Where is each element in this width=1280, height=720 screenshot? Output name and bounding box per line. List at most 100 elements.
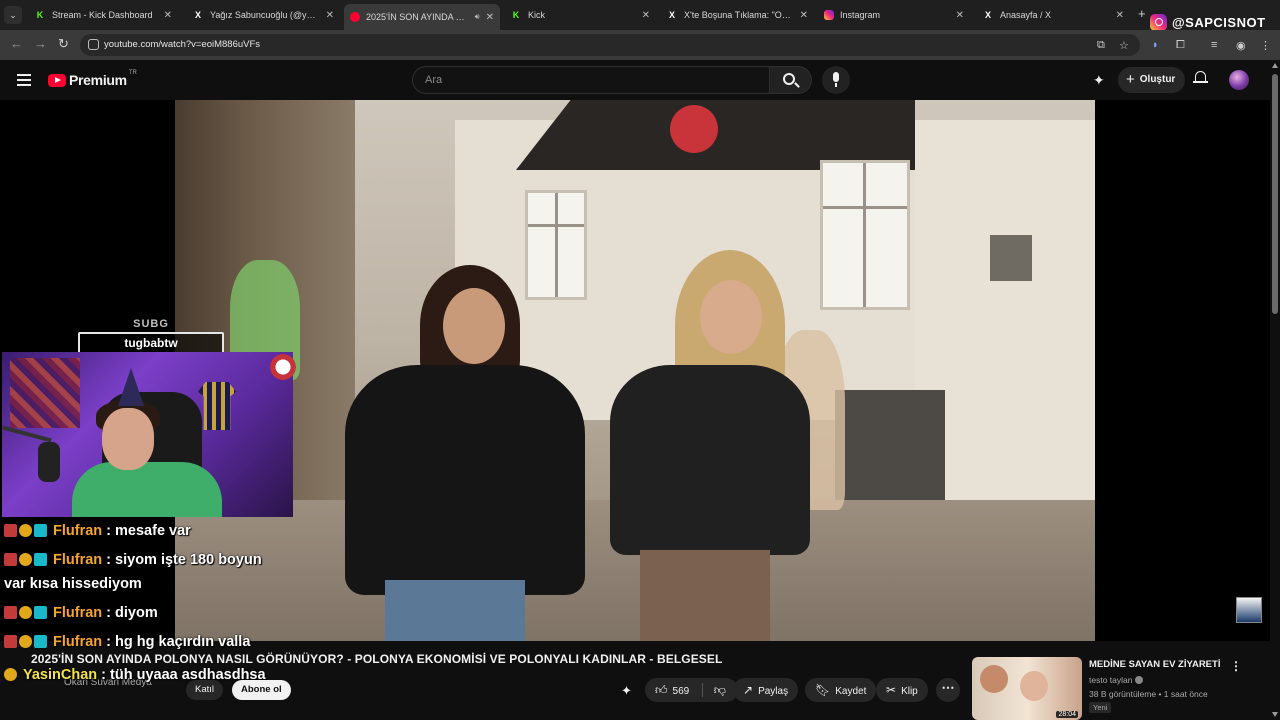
streamer-webcam (2, 352, 293, 517)
recommendation-channel[interactable]: testo taylan (1089, 675, 1144, 685)
tab-instagram[interactable]: Instagram ✕ (818, 4, 970, 26)
webcam-jersey (198, 382, 236, 430)
recommendation-thumbnail[interactable]: 28:04 (972, 657, 1082, 720)
new-badge: Yeni (1089, 702, 1112, 713)
site-info-icon[interactable] (88, 39, 99, 50)
close-icon[interactable]: ✕ (326, 10, 334, 21)
scene-sign (670, 105, 718, 153)
install-app-icon[interactable]: ⧉ (1097, 39, 1105, 52)
tab-x-home[interactable]: X Anasayfa / X ✕ (976, 4, 1130, 26)
sparkle-icon[interactable]: ✦ (1093, 72, 1105, 89)
close-icon[interactable]: ✕ (800, 10, 808, 21)
like-count: 569 (672, 686, 690, 697)
back-icon[interactable]: ← (10, 36, 23, 51)
youtube-header: Premium TR Ara ✦ + Oluştur (0, 60, 1280, 100)
bookmark-star-icon[interactable]: ☆ (1119, 39, 1129, 52)
more-actions-icon[interactable]: ⋯ (936, 678, 960, 702)
scene-person-jacket (610, 365, 810, 555)
youtube-premium-logo[interactable]: Premium TR (48, 70, 137, 88)
tab-kick[interactable]: K Kick ✕ (504, 4, 656, 26)
scene-person-jacket (345, 365, 585, 595)
profile-icon[interactable]: ◉ (1236, 39, 1246, 52)
kick-icon: K (36, 10, 44, 20)
page-scrollbar[interactable] (1270, 60, 1280, 720)
recommendation-title[interactable]: MEDİNE SAYAN EV ZİYARETİ (1089, 659, 1220, 670)
x-icon: X (984, 10, 991, 20)
subscribe-button[interactable]: Abone ol (232, 680, 291, 700)
like-button[interactable]: 👍︎ 569 👎︎ (645, 678, 738, 702)
search-icon (783, 73, 795, 85)
notifications-bell-icon[interactable] (1193, 71, 1208, 85)
chat-message: Flufran : siyom işte 180 boyun var kısa … (4, 552, 262, 592)
search-input[interactable]: Ara (412, 66, 770, 94)
voice-search-button[interactable] (822, 66, 850, 94)
youtube-play-icon (48, 73, 66, 87)
chat-badges-icon (4, 524, 49, 537)
chat-message: YasinChan : tüh uyaaa asdhasdhsa (4, 667, 266, 683)
microphone-icon (833, 72, 839, 82)
avatar[interactable] (1229, 70, 1249, 90)
media-control-icon[interactable]: ≡ (1211, 39, 1217, 51)
reload-icon[interactable]: ↻ (58, 36, 69, 52)
speaker-icon[interactable]: 🔊︎ (475, 12, 480, 22)
video-duration: 28:04 (1056, 711, 1078, 718)
url-field[interactable]: youtube.com/watch?v=eoiM886uVFs (80, 34, 1140, 56)
search-button[interactable] (770, 66, 812, 94)
chat-text: diyom (115, 605, 158, 621)
recommendation-menu-icon[interactable]: ⋮ (1230, 659, 1242, 673)
x-icon: X (668, 10, 675, 20)
new-tab-icon[interactable]: + (1138, 6, 1146, 21)
url-text: youtube.com/watch?v=eoiM886uVFs (104, 39, 261, 50)
video-thumbnail-overlay[interactable] (1236, 597, 1262, 623)
close-icon[interactable]: ✕ (486, 12, 494, 23)
close-icon[interactable]: ✕ (642, 10, 650, 21)
browser-tab-strip: ⌄ K Stream - Kick Dashboard ✕ X Yağız Sa… (0, 0, 1280, 30)
clip-label: Klip (901, 686, 918, 697)
close-icon[interactable]: ✕ (1116, 10, 1124, 21)
video-frame[interactable] (175, 100, 1095, 641)
close-icon[interactable]: ✕ (164, 10, 172, 21)
scrollbar-thumb[interactable] (1272, 74, 1278, 314)
tab-x-post[interactable]: X X'te Boşuna Tıklama: "Orkun Iş ✕ (660, 4, 814, 26)
tab-x-profile[interactable]: X Yağız Sabuncuoğlu (@yagosab ✕ (186, 4, 340, 26)
sparkle-icon[interactable]: ✦ (621, 683, 632, 699)
create-button[interactable]: + Oluştur (1118, 67, 1186, 93)
instagram-icon (1150, 13, 1167, 31)
tab-title: Kick (528, 10, 546, 20)
share-label: Paylaş (758, 686, 789, 697)
join-button[interactable]: Katıl (186, 680, 224, 700)
logo-text: Premium (69, 72, 127, 88)
scene-person-jeans (385, 580, 525, 641)
extension-icon[interactable]: ◗ (1152, 39, 1159, 51)
tab-title: Instagram (840, 10, 881, 20)
save-button[interactable]: 🔖︎ Kaydet (805, 678, 877, 702)
clip-button[interactable]: ✂ Klip (876, 678, 928, 702)
tab-title: Anasayfa / X (1000, 10, 1052, 20)
chat-badges-icon (4, 553, 49, 566)
tab-kick-dashboard[interactable]: K Stream - Kick Dashboard ✕ (28, 4, 178, 26)
menu-icon[interactable] (17, 74, 31, 86)
chat-text: siyom işte 180 boyun (115, 552, 262, 568)
browser-menu-icon[interactable]: ⋮ (1260, 39, 1271, 52)
share-button[interactable]: ↗ Paylaş (733, 678, 799, 702)
video-title: 2025'İN SON AYINDA POLONYA NASIL GÖRÜNÜY… (31, 652, 723, 666)
chat-text-continued: var kısa hissediyom (4, 576, 142, 592)
sub-goal-widget: SUBG tugbabtw (78, 318, 224, 355)
tab-title: 2025'İN SON AYINDA POLC (366, 12, 471, 22)
scroll-up-icon[interactable] (1272, 63, 1278, 68)
chat-text: hg hg kaçırdın valla (115, 634, 251, 650)
chat-text: mesafe var (115, 523, 191, 539)
verified-check-icon (1135, 676, 1144, 684)
instagram-handle-overlay: @SAPCISNOT (1150, 12, 1266, 32)
tab-search-icon[interactable]: ⌄ (4, 6, 22, 24)
tab-youtube-active[interactable]: 2025'İN SON AYINDA POLC 🔊︎ ✕ (344, 4, 500, 30)
scroll-down-icon[interactable] (1272, 712, 1278, 717)
chat-badges-icon (4, 635, 49, 648)
close-icon[interactable]: ✕ (956, 10, 964, 21)
chat-message: Flufran : diyom (4, 604, 294, 622)
extensions-puzzle-icon[interactable]: ⧠ (1176, 39, 1185, 52)
thumbs-down-icon[interactable]: 👎︎ (714, 683, 726, 697)
forward-icon[interactable]: → (34, 36, 47, 51)
webcam-mic-arm (2, 425, 52, 443)
scene-person-pants (640, 550, 770, 641)
